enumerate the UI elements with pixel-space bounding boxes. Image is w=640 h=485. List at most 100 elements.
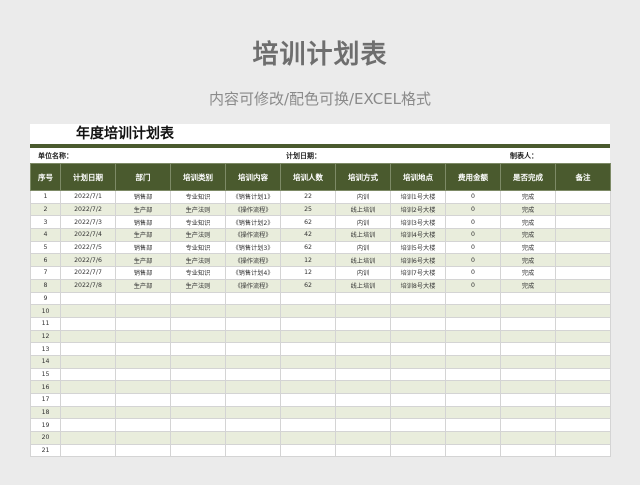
table-cell[interactable]: 培训6号大楼: [390, 253, 446, 268]
table-cell[interactable]: 2022/7/5: [60, 240, 116, 255]
table-cell[interactable]: [60, 354, 116, 369]
table-cell[interactable]: 14: [30, 354, 61, 369]
table-cell[interactable]: [280, 443, 336, 458]
table-cell[interactable]: 完成: [500, 215, 556, 230]
table-cell[interactable]: [445, 380, 501, 394]
table-cell[interactable]: [115, 443, 171, 458]
table-cell[interactable]: [170, 393, 226, 407]
table-cell[interactable]: 内训: [335, 240, 391, 255]
table-cell[interactable]: [170, 342, 226, 356]
table-cell[interactable]: [225, 367, 281, 382]
table-cell[interactable]: [115, 431, 171, 445]
table-cell[interactable]: 2: [30, 202, 61, 217]
table-cell[interactable]: [280, 304, 336, 318]
table-cell[interactable]: 16: [30, 380, 61, 394]
table-cell[interactable]: [225, 418, 281, 433]
table-cell[interactable]: [115, 342, 171, 356]
table-cell[interactable]: [445, 393, 501, 407]
table-cell[interactable]: [335, 291, 391, 306]
table-cell[interactable]: 专业知识: [170, 215, 226, 230]
table-cell[interactable]: [335, 329, 391, 344]
table-cell[interactable]: 62: [280, 240, 336, 255]
table-cell[interactable]: [500, 342, 556, 356]
table-cell[interactable]: 培训3号大楼: [390, 215, 446, 230]
table-cell[interactable]: [280, 380, 336, 394]
table-cell[interactable]: [225, 354, 281, 369]
table-cell[interactable]: 7: [30, 266, 61, 280]
table-cell[interactable]: 《销售计划2》: [225, 215, 281, 230]
table-cell[interactable]: 10: [30, 304, 61, 318]
table-cell[interactable]: [280, 405, 336, 420]
table-cell[interactable]: 《销售计划4》: [225, 266, 281, 280]
table-cell[interactable]: 0: [445, 278, 501, 293]
table-cell[interactable]: 13: [30, 342, 61, 356]
table-cell[interactable]: 完成: [500, 278, 556, 293]
table-cell[interactable]: [390, 291, 446, 306]
table-cell[interactable]: [500, 405, 556, 420]
table-cell[interactable]: [445, 291, 501, 306]
table-cell[interactable]: [555, 342, 611, 356]
table-cell[interactable]: [555, 418, 611, 433]
table-cell[interactable]: [390, 393, 446, 407]
table-cell[interactable]: [335, 367, 391, 382]
table-cell[interactable]: 生产部: [115, 202, 171, 217]
table-cell[interactable]: 《操作流程》: [225, 202, 281, 217]
table-cell[interactable]: 线上培训: [335, 278, 391, 293]
table-cell[interactable]: [555, 266, 611, 280]
table-cell[interactable]: [225, 393, 281, 407]
table-cell[interactable]: [170, 316, 226, 331]
table-cell[interactable]: [555, 215, 611, 230]
table-cell[interactable]: 生产部: [115, 228, 171, 242]
table-cell[interactable]: 线上培训: [335, 202, 391, 217]
table-cell[interactable]: [555, 405, 611, 420]
table-cell[interactable]: [335, 316, 391, 331]
table-cell[interactable]: 培训7号大楼: [390, 266, 446, 280]
table-cell[interactable]: [60, 316, 116, 331]
table-cell[interactable]: 12: [280, 266, 336, 280]
table-cell[interactable]: [500, 443, 556, 458]
table-cell[interactable]: [445, 329, 501, 344]
table-cell[interactable]: 0: [445, 215, 501, 230]
table-cell[interactable]: [280, 431, 336, 445]
table-cell[interactable]: 《操作流程》: [225, 278, 281, 293]
table-cell[interactable]: [555, 278, 611, 293]
table-cell[interactable]: 线上培训: [335, 253, 391, 268]
table-cell[interactable]: [335, 431, 391, 445]
table-cell[interactable]: [445, 443, 501, 458]
table-cell[interactable]: [555, 304, 611, 318]
table-cell[interactable]: [170, 431, 226, 445]
table-cell[interactable]: [280, 291, 336, 306]
table-cell[interactable]: 9: [30, 291, 61, 306]
table-cell[interactable]: 42: [280, 228, 336, 242]
table-cell[interactable]: 培训4号大楼: [390, 228, 446, 242]
table-cell[interactable]: 2022/7/6: [60, 253, 116, 268]
table-cell[interactable]: 《操作流程》: [225, 253, 281, 268]
table-cell[interactable]: [500, 316, 556, 331]
table-cell[interactable]: [390, 367, 446, 382]
table-cell[interactable]: [60, 431, 116, 445]
table-cell[interactable]: 2022/7/1: [60, 190, 116, 204]
table-cell[interactable]: [445, 354, 501, 369]
table-cell[interactable]: 15: [30, 367, 61, 382]
table-cell[interactable]: 销售部: [115, 215, 171, 230]
table-cell[interactable]: [60, 393, 116, 407]
table-cell[interactable]: 3: [30, 215, 61, 230]
table-cell[interactable]: [60, 342, 116, 356]
table-cell[interactable]: 0: [445, 228, 501, 242]
table-cell[interactable]: [500, 418, 556, 433]
table-cell[interactable]: [555, 431, 611, 445]
table-cell[interactable]: 18: [30, 405, 61, 420]
table-cell[interactable]: [60, 367, 116, 382]
table-cell[interactable]: [555, 393, 611, 407]
table-cell[interactable]: [335, 443, 391, 458]
table-cell[interactable]: [60, 329, 116, 344]
table-cell[interactable]: 培训1号大楼: [390, 190, 446, 204]
table-cell[interactable]: [445, 418, 501, 433]
table-cell[interactable]: [60, 405, 116, 420]
table-cell[interactable]: [115, 380, 171, 394]
table-cell[interactable]: 完成: [500, 190, 556, 204]
table-cell[interactable]: [60, 418, 116, 433]
table-cell[interactable]: 生产法则: [170, 278, 226, 293]
table-cell[interactable]: [225, 380, 281, 394]
table-cell[interactable]: 17: [30, 393, 61, 407]
